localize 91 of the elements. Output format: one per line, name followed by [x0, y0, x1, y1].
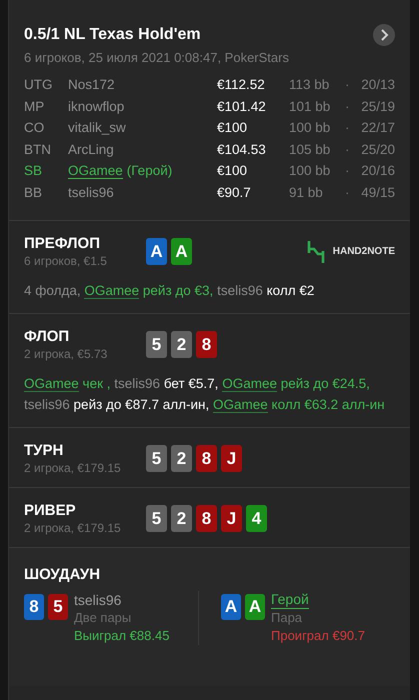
logo-icon [306, 240, 325, 262]
playing-card: 5 [48, 594, 68, 620]
stack-amount: €104.53 [217, 142, 267, 156]
player-stats: 25/19 [360, 98, 395, 114]
street-info: 2 игрока, €179.15 [24, 461, 122, 475]
stack-amount: €100 [217, 120, 248, 135]
player-name[interactable]: iknowflop [68, 98, 124, 114]
stack-amount: €101.42 [217, 98, 267, 114]
street-title: ФЛОП [24, 328, 70, 345]
playing-card: 4 [246, 505, 267, 532]
action-text: чек , [82, 376, 110, 391]
hero-tag: (Герой) [126, 163, 172, 178]
street-info: 2 игрока, €5.73 [24, 347, 108, 361]
playing-card: A [245, 594, 265, 620]
action-text: рейз до €24.5, [280, 376, 370, 391]
position-label: BTN [24, 142, 52, 156]
playing-card: 8 [196, 331, 217, 358]
player-link[interactable]: OGamee [84, 283, 140, 299]
action-text: tselis96 [24, 397, 70, 412]
street-info: 2 игрока, €179.15 [24, 521, 122, 535]
hand-result: Проиграл €90.7 [271, 627, 365, 645]
action-text: рейз до €87.7 алл-ин, [74, 397, 210, 412]
action-text: tselis96 [217, 283, 263, 298]
position-label: CO [24, 120, 46, 135]
stack-amount: €90.7 [217, 184, 252, 200]
street-title: РИВЕР [24, 502, 77, 519]
playing-card: J [221, 445, 242, 472]
street-info: 6 игроков, €1.5 [24, 254, 108, 268]
action-text: tselis96 [114, 376, 160, 391]
position-label: SB [24, 163, 44, 178]
player-name[interactable]: OGamee [68, 163, 123, 179]
separator-dot: · [345, 142, 350, 156]
position-label: MP [24, 98, 46, 114]
separator-dot: · [345, 163, 350, 178]
stack-amount: €100 [217, 163, 248, 178]
playing-card: 5 [146, 331, 167, 358]
chevron-right-icon [379, 29, 389, 41]
action-text: бет €5.7, [164, 376, 218, 391]
action-text: колл €63.2 алл-ин [272, 397, 385, 412]
hand-rank: Две пары [74, 609, 132, 627]
separator-dot: · [345, 184, 350, 200]
player-stats: 49/15 [360, 184, 395, 200]
player-link[interactable]: OGamee [222, 376, 277, 392]
separator-dot: · [345, 120, 350, 135]
hand-info: 6 игроков, 25 июля 2021 0:08:47, PokerStars [24, 50, 290, 65]
player-name[interactable]: tselis96 [74, 591, 122, 609]
street-title: ПРЕФЛОП [24, 235, 101, 252]
playing-card: 8 [24, 594, 44, 620]
big-blinds: 113 bb [289, 77, 330, 92]
separator-dot: · [345, 98, 350, 114]
position-label: UTG [24, 77, 54, 92]
section-title: ШОУДАУН [24, 566, 102, 583]
player-link[interactable]: OGamee [24, 376, 79, 392]
player-name[interactable]: Nos172 [68, 77, 115, 92]
action-text: 4 фолда, [24, 283, 81, 298]
street-title: ТУРН [24, 442, 64, 459]
player-stats: 25/20 [360, 142, 395, 156]
player-stats: 22/17 [360, 120, 395, 135]
hand-title: 0.5/1 NL Texas Hold'em [24, 26, 201, 44]
playing-card: 5 [146, 445, 167, 472]
player-name[interactable]: Герой [271, 591, 309, 609]
playing-card: 5 [146, 505, 167, 532]
player-stats: 20/16 [360, 163, 395, 178]
stack-amount: €112.52 [217, 77, 266, 92]
playing-card: A [146, 238, 167, 265]
playing-card: 8 [196, 505, 217, 532]
logo-text: HAND2NOTE [332, 246, 395, 257]
player-link[interactable]: OGamee [213, 397, 268, 413]
playing-card: 2 [171, 331, 192, 358]
playing-card: A [221, 594, 241, 620]
playing-card: 8 [196, 445, 217, 472]
big-blinds: 105 bb [289, 142, 332, 156]
player-stats: 20/13 [360, 77, 395, 92]
playing-card: A [171, 238, 192, 265]
playing-card: 2 [171, 445, 192, 472]
big-blinds: 100 bb [289, 120, 332, 135]
hand-result: Выиграл €88.45 [74, 627, 170, 645]
playing-card: J [221, 505, 242, 532]
big-blinds: 101 bb [289, 98, 332, 114]
player-name[interactable]: vitalik_sw [68, 120, 126, 135]
big-blinds: 91 bb [289, 184, 324, 200]
action-text: колл €2 [266, 283, 314, 298]
player-name[interactable]: tselis96 [68, 184, 114, 200]
big-blinds: 100 bb [289, 163, 332, 178]
action-text: рейз до €3, [142, 283, 214, 298]
playing-card: 2 [171, 505, 192, 532]
player-name[interactable]: ArcLing [68, 142, 114, 156]
separator-dot: · [345, 77, 350, 92]
position-label: BB [24, 184, 44, 200]
hand-rank: Пара [271, 609, 302, 627]
next-button[interactable] [373, 24, 395, 46]
